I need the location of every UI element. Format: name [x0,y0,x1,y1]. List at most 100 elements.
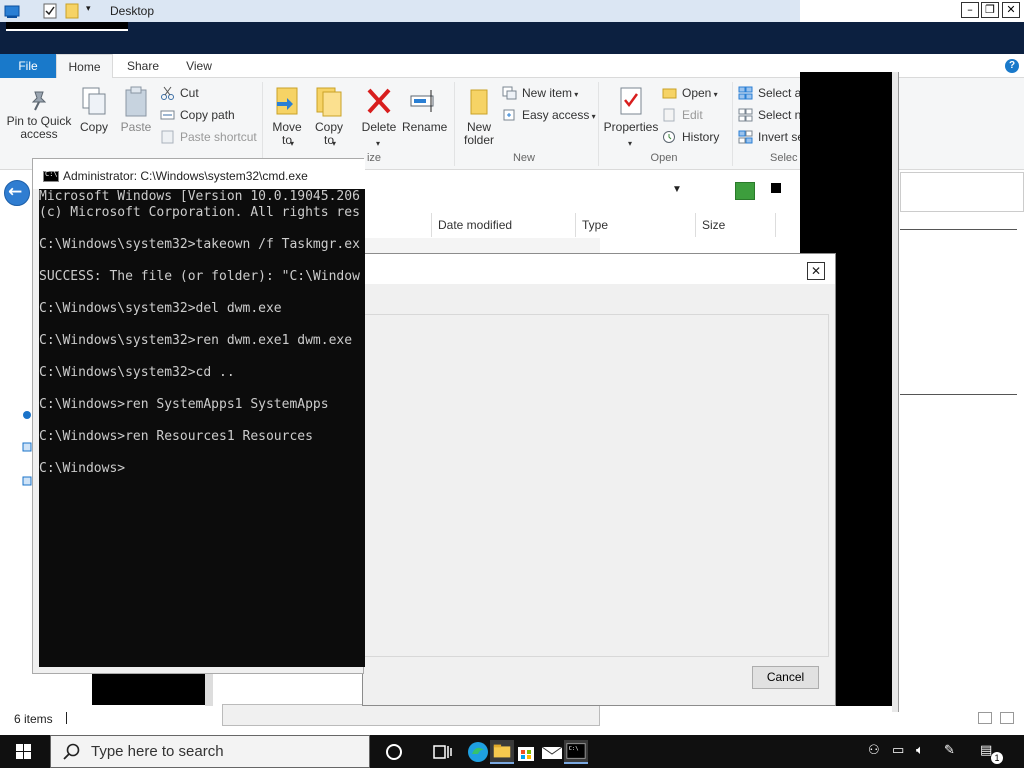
minimize-button[interactable]: – [961,2,979,18]
explorer-app-icon[interactable] [4,3,20,19]
easy-access-button[interactable]: Easy access ▾ [502,106,596,124]
select-none-button[interactable]: Select no [738,106,808,124]
large-icons-view-icon[interactable] [1000,712,1014,724]
delete-button[interactable]: Delete ▾ [360,86,398,148]
new-folder-button[interactable]: New folder [458,86,500,147]
rename-button[interactable]: Rename [402,86,447,134]
task-view-icon[interactable] [430,740,454,764]
pin-to-quick-access-button[interactable]: Pin to Quick access [4,88,74,141]
tab-file[interactable]: File [0,54,56,78]
tab-home[interactable]: Home [56,54,113,79]
invert-selection-button[interactable]: Invert se [738,128,804,146]
edit-button[interactable]: Edit [662,106,703,124]
svg-text:C:\: C:\ [569,746,579,752]
open-group-label: Open [650,152,678,164]
column-header-type[interactable]: Type [576,213,696,237]
cmd-console[interactable]: Microsoft Windows [Version 10.0.19045.20… [39,189,365,667]
copy-label: Copy [79,120,108,134]
properties-button[interactable]: Properties ▾ [602,86,660,148]
properties-quick-icon[interactable] [42,3,58,19]
properties-icon [620,87,642,115]
dialog-content-panel [363,314,829,657]
cut-button[interactable]: Cut [160,84,199,102]
explorer-search-box[interactable] [900,172,1024,212]
group-separator [262,82,263,166]
cancel-button[interactable]: Cancel [752,666,819,689]
copy-button[interactable]: Copy [76,86,112,134]
taskbar-search-box[interactable]: Type here to search [50,735,370,768]
copy-to-button[interactable]: Copy to ▾ [310,86,348,148]
copy-path-button[interactable]: Copy path [160,106,235,124]
new-folder-label: New folder [463,120,495,147]
group-separator [732,82,733,166]
divider [900,229,1017,230]
copy-path-icon [160,110,175,120]
help-icon[interactable]: ? [1005,59,1019,73]
address-dropdown-icon[interactable]: ▼ [672,184,682,195]
network-icon[interactable] [22,476,32,488]
paste-shortcut-button[interactable]: Paste shortcut [160,128,257,146]
column-header-name[interactable] [360,213,432,237]
this-pc-icon[interactable] [22,442,32,454]
windows-start-icon[interactable] [0,735,48,768]
command-prompt-window: Administrator: C:\Windows\system32\cmd.e… [32,158,365,674]
new-item-button[interactable]: New item ▾ [502,84,578,102]
restore-button[interactable]: ❐ [981,2,999,18]
store-icon[interactable] [514,740,538,764]
item-count: 6 items [14,712,53,726]
new-group-label: New [512,152,535,164]
explorer-title-bar: ▾ Desktop – ❐ ✕ [0,0,1024,22]
pen-workspace-icon[interactable]: ✎ [944,743,955,758]
select-all-button[interactable]: Select al [738,84,804,102]
copy-to-label: Copy to [314,120,343,147]
copy-to-icon [316,87,342,117]
new-folder-quick-icon[interactable] [64,3,80,19]
cmd-taskbar-icon[interactable]: C:\ [564,740,588,764]
refresh-icon[interactable] [735,182,755,200]
scissors-icon [161,86,174,100]
column-header-size[interactable]: Size [696,213,776,237]
people-icon[interactable]: ⚇ [868,743,880,758]
back-button[interactable] [4,180,30,206]
open-button[interactable]: Open ▾ [662,84,718,102]
details-view-icon[interactable] [978,712,992,724]
edge-icon[interactable] [466,740,490,764]
open-label: Open [682,86,712,100]
history-button[interactable]: History [662,128,719,146]
notification-badge: 1 [991,752,1003,764]
select-all-icon [738,86,753,100]
properties-dropdown-icon: ▾ [628,139,633,148]
cmd-app-icon [43,170,59,182]
move-to-button[interactable]: Move to ▾ [268,86,306,148]
cortana-icon[interactable] [382,740,406,764]
rename-icon [410,90,434,112]
edit-label: Edit [682,108,703,122]
dialog-title-bar [363,254,835,284]
move-to-label: Move to [272,120,302,147]
onedrive-icon[interactable] [22,410,32,420]
mail-icon[interactable] [540,740,564,764]
easy-access-dropdown-icon: ▾ [589,112,596,121]
paste-shortcut-label: Paste shortcut [180,130,257,144]
paste-icon [125,86,147,117]
select-group-label: Selec [770,152,798,164]
paste-shortcut-icon [161,130,174,144]
select-none-icon [738,108,753,122]
column-header-date-modified[interactable]: Date modified [432,213,576,237]
move-to-icon [276,87,298,115]
file-explorer-taskbar-icon[interactable] [490,740,514,764]
network-tray-icon[interactable]: ▭ [892,743,904,758]
customize-quick-access-icon[interactable]: ▾ [86,4,102,20]
tab-view[interactable]: View [171,54,227,78]
divider [900,394,1017,395]
close-button[interactable]: ✕ [1002,2,1020,18]
dialog-close-button[interactable]: ✕ [807,262,825,280]
tab-share[interactable]: Share [115,54,171,78]
edit-icon [663,108,675,122]
easy-access-icon [503,109,515,121]
stop-icon [771,183,781,193]
paste-button[interactable]: Paste [118,86,154,134]
window-frame-edge [892,72,899,712]
volume-muted-icon[interactable]: 🔈︎ [916,743,924,758]
redacted-block [6,22,128,31]
